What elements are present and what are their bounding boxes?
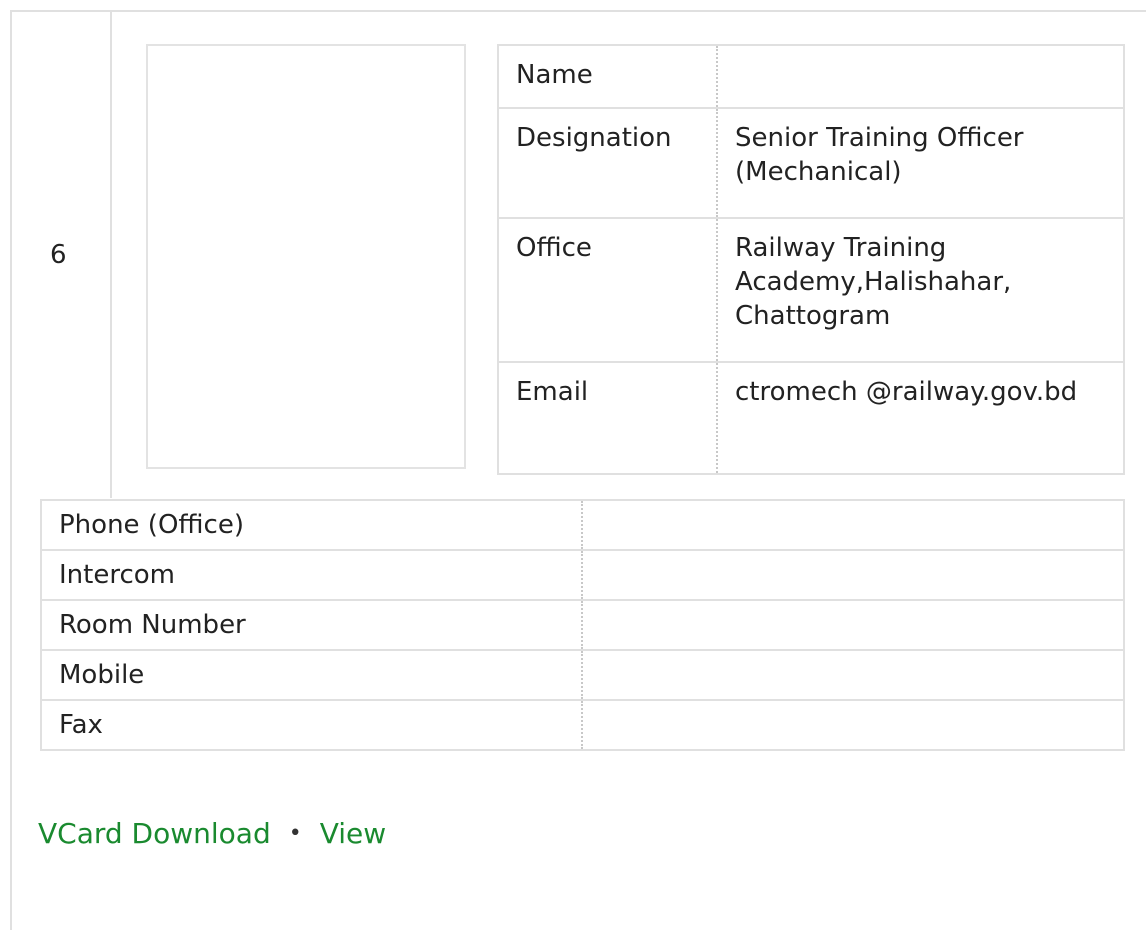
view-link[interactable]: View — [320, 817, 386, 850]
info-label-designation: Designation — [497, 107, 718, 219]
info-value-designation: Senior Training Officer (Mechanical) — [717, 107, 1125, 219]
card-links: VCard Download • View — [38, 816, 386, 855]
info-label-email: Email — [497, 361, 718, 475]
contact-row-intercom: Intercom — [40, 549, 1125, 601]
contact-label-fax: Fax — [40, 699, 583, 751]
info-label-office: Office — [497, 217, 718, 363]
officer-photo — [146, 44, 466, 469]
contact-row-phone: Phone (Office) — [40, 499, 1125, 551]
serial-number: 6 — [50, 240, 67, 270]
info-value-email: ctromech @railway.gov.bd — [717, 361, 1125, 475]
contact-value-room — [582, 599, 1125, 651]
info-label-name: Name — [497, 44, 718, 109]
contact-value-mobile — [582, 649, 1125, 701]
info-row-office: Office Railway Training Academy,Halishah… — [497, 217, 1125, 363]
vcard-download-link[interactable]: VCard Download — [38, 817, 271, 850]
info-row-designation: Designation Senior Training Officer (Mec… — [497, 107, 1125, 219]
contact-label-intercom: Intercom — [40, 549, 583, 601]
contact-label-room: Room Number — [40, 599, 583, 651]
info-value-office: Railway Training Academy,Halishahar, Cha… — [717, 217, 1125, 363]
contact-row-fax: Fax — [40, 699, 1125, 751]
contact-row-mobile: Mobile — [40, 649, 1125, 701]
contact-value-intercom — [582, 549, 1125, 601]
info-value-name — [717, 44, 1125, 109]
contact-row-room: Room Number — [40, 599, 1125, 651]
info-row-email: Email ctromech @railway.gov.bd — [497, 361, 1125, 475]
link-separator: • — [288, 821, 302, 846]
contact-value-phone — [582, 499, 1125, 551]
info-row-name: Name — [497, 44, 1125, 109]
contact-value-fax — [582, 699, 1125, 751]
contact-label-mobile: Mobile — [40, 649, 583, 701]
contact-label-phone: Phone (Office) — [40, 499, 583, 551]
officer-info-table: Name Designation Senior Training Officer… — [497, 44, 1125, 475]
contact-table: Phone (Office) Intercom Room Number Mobi… — [40, 499, 1125, 751]
